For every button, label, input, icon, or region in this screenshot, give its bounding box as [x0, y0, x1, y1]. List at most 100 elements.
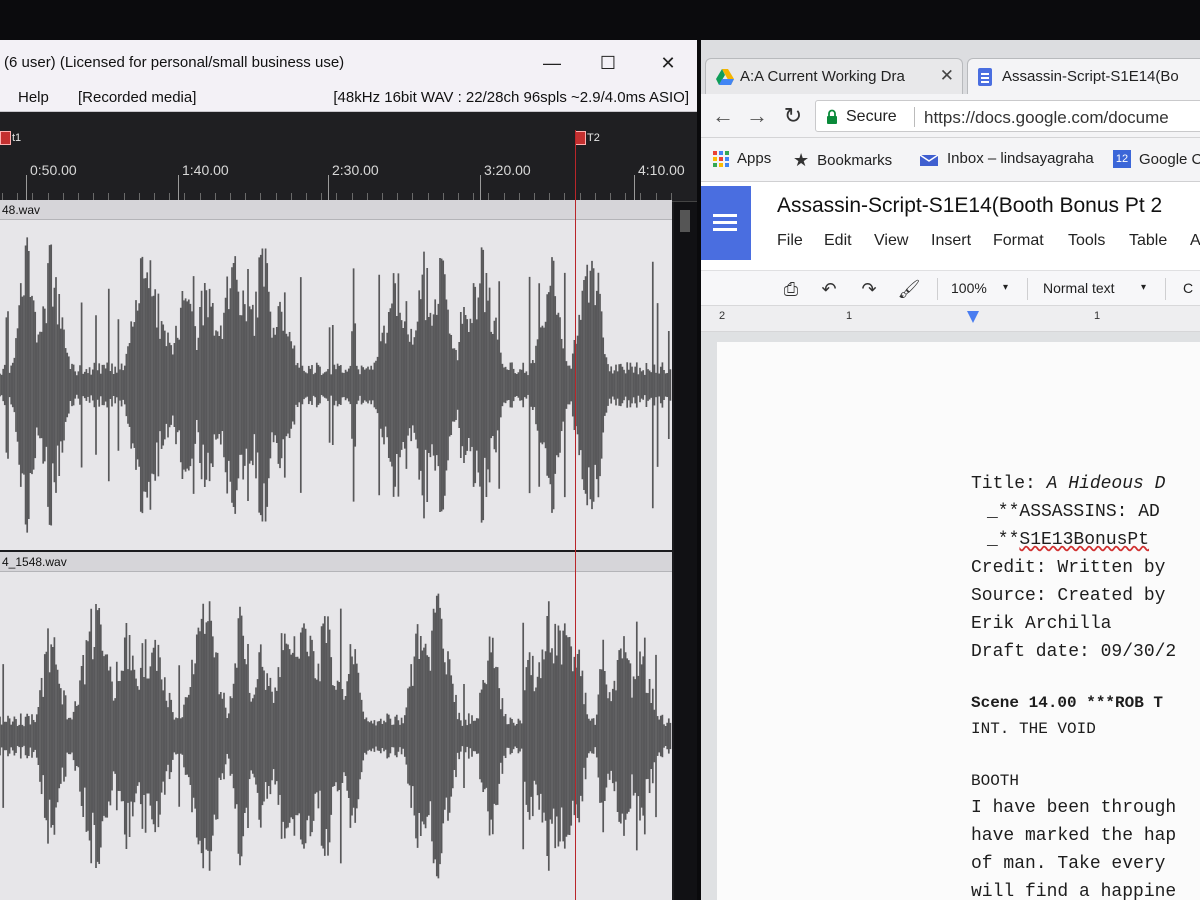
marker-label: T2	[587, 131, 600, 144]
marker-flag-icon	[575, 130, 586, 145]
chevron-down-icon[interactable]: ▾	[1003, 282, 1008, 293]
marker-t2[interactable]: T2	[575, 130, 600, 145]
document-title[interactable]: Assassin-Script-S1E14(Booth Bonus Pt 2	[777, 194, 1162, 218]
tab-working-draft[interactable]: A:A Current Working Dra ✕	[705, 58, 963, 94]
scrollbar-thumb[interactable]	[680, 210, 690, 232]
title-line: Title: A Hideous D	[971, 474, 1165, 494]
drive-icon	[716, 69, 734, 85]
ruler-major-tick	[178, 175, 179, 201]
waveform[interactable]	[0, 220, 672, 550]
audio-editor-title: (6 user) (Licensed for personal/small bu…	[4, 54, 345, 71]
ruler-number: 2	[719, 310, 726, 322]
toolbar-separator	[1027, 278, 1028, 300]
print-icon[interactable]: ⎙	[779, 277, 803, 301]
credit-line: Credit: Written by	[971, 558, 1166, 578]
formatting-toolbar: ⎙ ↶ ↷ 🖌 100% ▾ Normal text ▾ C	[701, 270, 1200, 306]
track-header[interactable]: 48.wav	[0, 200, 672, 220]
menu-insert[interactable]: Insert	[931, 232, 971, 250]
audio-track[interactable]: 48.wav	[0, 200, 672, 550]
menu-tools[interactable]: Tools	[1068, 232, 1105, 250]
bookmark-label: Google C	[1139, 150, 1200, 168]
episode-value: S1E13BonusPt	[1019, 530, 1150, 550]
track-name: 4_1548.wav	[2, 555, 67, 569]
bookmark-label: Bookmarks	[817, 152, 893, 169]
tab-strip: A:A Current Working Dra ✕ Assassin-Scrip…	[701, 40, 1200, 94]
toolbar-separator	[937, 278, 938, 300]
paint-format-icon[interactable]: 🖌	[897, 277, 921, 301]
back-arrow-icon[interactable]: ←	[709, 102, 737, 130]
audio-editor-titlebar: (6 user) (Licensed for personal/small bu…	[0, 40, 697, 86]
bookmark-label: Apps	[737, 150, 772, 167]
dialogue-line: of man. Take every	[971, 854, 1166, 874]
marker-t1[interactable]: t1	[0, 130, 21, 145]
url-text[interactable]: https://docs.google.com/docume	[924, 108, 1169, 128]
document-canvas: Title: A Hideous D _**ASSASSINS: AD _**S…	[701, 332, 1200, 900]
playhead-cursor[interactable]	[575, 130, 576, 900]
document-page[interactable]: Title: A Hideous D _**ASSASSINS: AD _**S…	[717, 342, 1200, 900]
menu-view[interactable]: View	[874, 232, 908, 250]
inbox-icon	[919, 153, 939, 166]
dialogue-line: have marked the hap	[971, 826, 1177, 846]
menu-recorded-media[interactable]: [Recorded media]	[78, 89, 196, 106]
ruler-tick-label: 3:20.00	[484, 162, 531, 178]
chevron-down-icon[interactable]: ▾	[1141, 282, 1146, 293]
title-value: A Hideous D	[1046, 474, 1166, 494]
docs-header: Assassin-Script-S1E14(Booth Bonus Pt 2 F…	[701, 182, 1200, 270]
bookmark-bookmarks[interactable]: ★ Bookmarks	[793, 150, 892, 171]
close-tab-icon[interactable]: ✕	[940, 66, 954, 86]
bookmark-inbox[interactable]: Inbox – lindsayagraha	[919, 150, 1094, 167]
minimize-button[interactable]: —	[532, 48, 572, 78]
ruler-tick-label: 0:50.00	[30, 162, 77, 178]
vertical-scrollbar[interactable]	[674, 202, 697, 900]
undo-icon[interactable]: ↶	[817, 277, 841, 301]
menu-edit[interactable]: Edit	[824, 232, 852, 250]
track-name: 48.wav	[2, 203, 41, 217]
author-line: Erik Archilla	[971, 614, 1112, 634]
paragraph-style-select[interactable]: Normal text	[1043, 280, 1115, 296]
docs-logo-icon[interactable]	[701, 186, 751, 260]
zoom-select[interactable]: 100%	[951, 280, 987, 296]
menu-addons[interactable]: A	[1190, 232, 1200, 250]
bookmark-google-calendar[interactable]: 12 Google C	[1113, 150, 1200, 168]
ruler-tick-label: 2:30.00	[332, 162, 379, 178]
audio-editor-window: (6 user) (Licensed for personal/small bu…	[0, 40, 697, 900]
bookmark-label: Inbox – lindsayagraha	[947, 150, 1094, 167]
tab-assassin-script[interactable]: Assassin-Script-S1E14(Bo	[967, 58, 1200, 94]
marker-flag-icon	[0, 130, 11, 145]
maximize-button[interactable]: ☐	[588, 48, 628, 78]
episode-prefix: _**	[987, 530, 1020, 550]
redo-icon[interactable]: ↷	[857, 277, 881, 301]
marker-lane[interactable]: t1 T2	[0, 112, 697, 158]
ruler-major-tick	[634, 175, 635, 201]
secure-label: Secure	[846, 108, 897, 125]
bookmarks-bar: Apps ★ Bookmarks Inbox – lindsayagraha 1…	[701, 138, 1200, 182]
audio-track[interactable]: 4_1548.wav	[0, 552, 672, 900]
timeline-ruler[interactable]: 0:50.00 1:40.00 2:30.00 3:20.00 4:10.00	[0, 158, 697, 202]
marker-label: t1	[12, 131, 22, 144]
menu-table[interactable]: Table	[1129, 232, 1167, 250]
indent-marker-icon[interactable]	[967, 311, 979, 323]
forward-arrow-icon[interactable]: →	[743, 102, 771, 130]
close-button[interactable]: ✕	[648, 48, 688, 78]
lock-icon	[827, 109, 837, 124]
title-label: Title:	[971, 474, 1047, 494]
font-select[interactable]: C	[1183, 280, 1193, 296]
browser-toolbar: ← → ↻ Secure https://docs.google.com/doc…	[701, 94, 1200, 138]
menu-format[interactable]: Format	[993, 232, 1044, 250]
apps-grid-icon	[713, 150, 729, 167]
toolbar-separator	[1165, 278, 1166, 300]
ruler-tick-label: 4:10.00	[638, 162, 685, 178]
reload-icon[interactable]: ↻	[779, 102, 807, 130]
menu-help[interactable]: Help	[18, 89, 49, 106]
character-name: BOOTH	[971, 772, 1020, 790]
bookmark-apps[interactable]: Apps	[713, 150, 771, 167]
track-header[interactable]: 4_1548.wav	[0, 552, 672, 572]
ruler-major-tick	[26, 175, 27, 201]
address-separator	[914, 107, 915, 127]
ruler-major-tick	[480, 175, 481, 201]
address-bar[interactable]: Secure https://docs.google.com/docume	[815, 100, 1200, 132]
menu-file[interactable]: File	[777, 232, 803, 250]
ruler-number: 1	[846, 310, 853, 322]
waveform[interactable]	[0, 572, 672, 900]
document-ruler[interactable]: 2 1 1	[701, 306, 1200, 332]
